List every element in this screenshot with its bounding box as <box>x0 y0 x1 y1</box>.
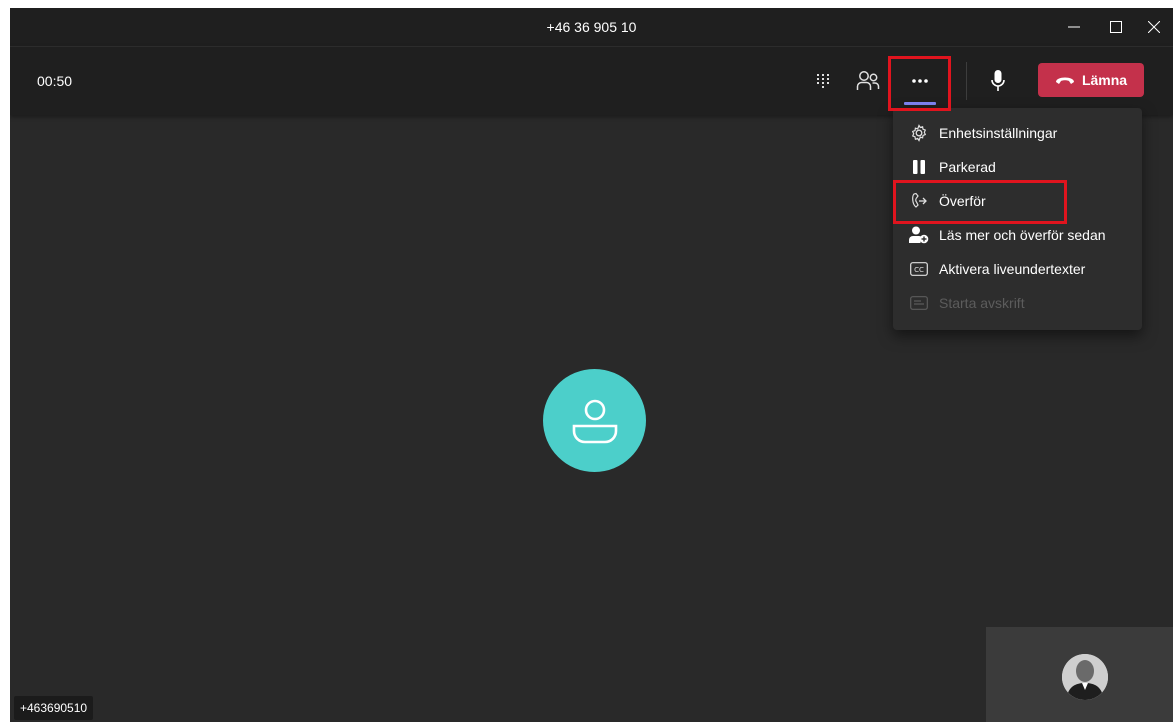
microphone-icon <box>991 70 1005 91</box>
menu-item-device-settings[interactable]: Enhetsinställningar <box>893 116 1142 150</box>
menu-item-label: Starta avskrift <box>939 295 1025 311</box>
person-add-icon <box>909 225 929 245</box>
call-toolbar: 00:50 Lämna <box>10 46 1173 115</box>
more-options-button[interactable] <box>896 61 944 101</box>
minimize-icon <box>1068 26 1080 28</box>
teams-call-window: +46 36 905 10 00:50 Lämna Enhetsinställn… <box>10 8 1173 722</box>
menu-item-label: Enhetsinställningar <box>939 125 1058 141</box>
more-options-icon <box>912 79 928 83</box>
menu-item-label: Aktivera liveundertexter <box>939 261 1086 277</box>
more-options-menu: Enhetsinställningar Parkerad Överför Läs… <box>893 108 1142 330</box>
call-timer: 00:50 <box>37 73 73 89</box>
hang-up-icon <box>1055 77 1074 84</box>
leave-button[interactable]: Lämna <box>1038 63 1144 97</box>
window-title: +46 36 905 10 <box>546 19 637 35</box>
dialpad-icon <box>817 74 829 88</box>
caller-number-label: +463690510 <box>14 696 94 720</box>
menu-item-consult-then-transfer[interactable]: Läs mer och överför sedan <box>893 218 1142 252</box>
close-button[interactable] <box>1137 8 1171 46</box>
self-video-tile[interactable] <box>986 627 1173 722</box>
closed-caption-icon: CC <box>909 259 929 279</box>
caller-avatar <box>543 369 646 472</box>
more-options-active-indicator <box>904 102 936 105</box>
pause-icon <box>909 157 929 177</box>
menu-item-start-transcription: Starta avskrift <box>893 286 1142 320</box>
self-avatar <box>1062 654 1108 700</box>
mute-button[interactable] <box>983 61 1013 101</box>
toolbar-divider <box>966 62 967 100</box>
person-icon <box>572 399 617 443</box>
transcript-icon <box>909 293 929 313</box>
minimize-button[interactable] <box>1057 8 1091 46</box>
title-bar: +46 36 905 10 <box>10 8 1173 46</box>
maximize-button[interactable] <box>1099 8 1133 46</box>
people-icon <box>856 71 880 90</box>
menu-item-live-captions[interactable]: CC Aktivera liveundertexter <box>893 252 1142 286</box>
leave-button-label: Lämna <box>1081 72 1128 88</box>
close-icon <box>1148 21 1160 33</box>
svg-text:CC: CC <box>914 266 924 274</box>
menu-item-label: Läs mer och överför sedan <box>939 227 1106 243</box>
gear-icon <box>909 123 929 143</box>
menu-item-label: Överför <box>939 193 986 209</box>
maximize-icon <box>1110 21 1122 33</box>
menu-item-transfer[interactable]: Överför <box>893 184 1142 218</box>
dialpad-button[interactable] <box>808 61 838 101</box>
menu-item-hold[interactable]: Parkerad <box>893 150 1142 184</box>
participants-button[interactable] <box>850 61 886 101</box>
transfer-icon <box>909 191 929 211</box>
menu-item-label: Parkerad <box>939 159 996 175</box>
